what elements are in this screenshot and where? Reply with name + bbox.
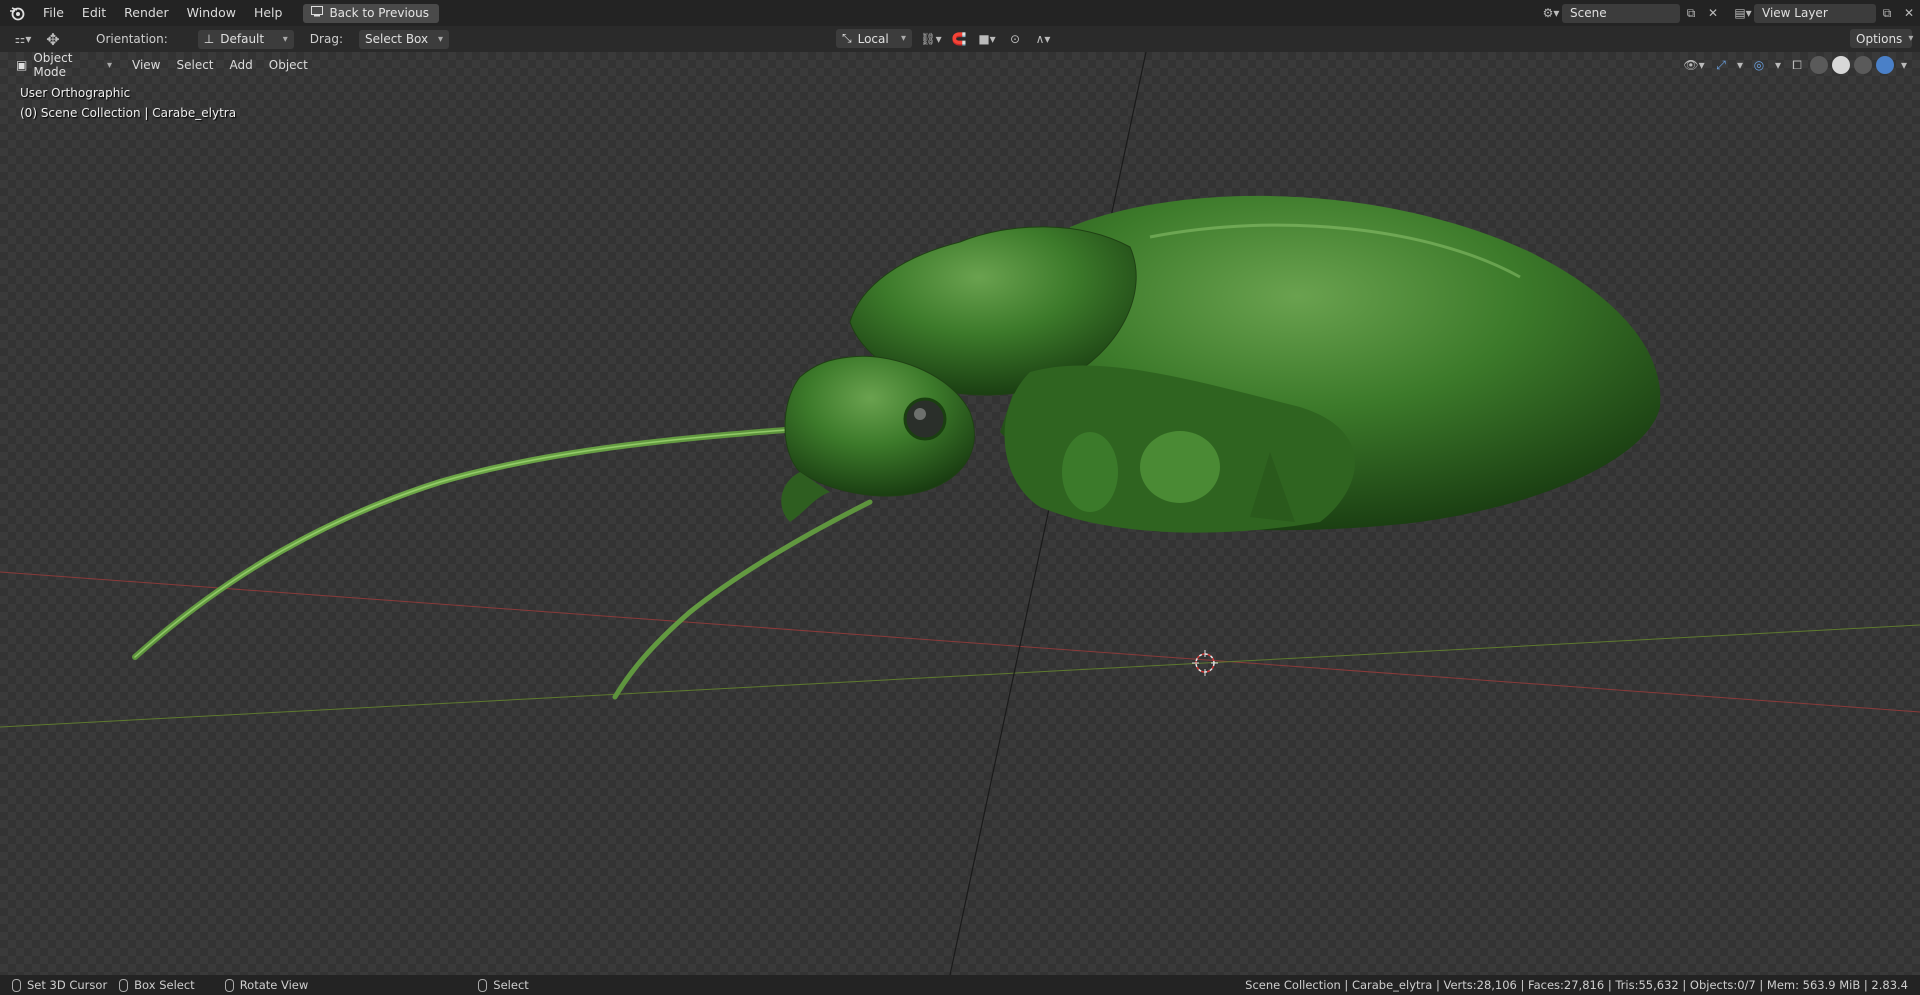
- top-menu-bar: File Edit Render Window Help Back to Pre…: [0, 0, 1920, 26]
- beetle-model[interactable]: [132, 195, 1661, 700]
- chevron-down-icon[interactable]: ▾: [1734, 56, 1746, 75]
- beetle-eye: [903, 397, 947, 441]
- beetle-eye-highlight: [914, 408, 926, 420]
- chevron-down-icon: ▾: [437, 33, 443, 45]
- material-shading-icon[interactable]: [1854, 56, 1872, 74]
- menu-window[interactable]: Window: [178, 0, 245, 26]
- overlays-icon[interactable]: ◎: [1750, 56, 1768, 75]
- delete-scene-icon[interactable]: ✕: [1702, 4, 1724, 23]
- orientation-label: Orientation:: [96, 32, 168, 46]
- status-rotate-view: Rotate View: [224, 978, 309, 992]
- tool-settings-header: ⚏▾ ✥ Orientation: ⊥ Default ▾ Drag: Sele…: [0, 26, 1920, 52]
- menu-edit[interactable]: Edit: [73, 0, 115, 26]
- status-select-label: Select: [493, 978, 529, 992]
- xray-icon[interactable]: ⧠: [1788, 56, 1806, 75]
- object-mode-dropdown[interactable]: ▣ Object Mode ▾: [10, 52, 118, 79]
- new-view-layer-icon[interactable]: ⧉: [1876, 4, 1898, 23]
- pivot-value: Local: [857, 31, 889, 46]
- object-mode-label: Object Mode: [33, 52, 73, 79]
- proportional-edit-icon[interactable]: ⊙: [1006, 29, 1024, 48]
- chevron-down-icon: ▾: [900, 33, 906, 44]
- back-to-previous-label: Back to Previous: [329, 6, 429, 20]
- object-mode-icon: ▣: [16, 58, 28, 72]
- scene-layer-controls: ⚙▾ Scene ⧉ ✕ ▤▾ View Layer ⧉ ✕: [1540, 0, 1920, 26]
- options-dropdown[interactable]: Options ▾: [1850, 29, 1914, 48]
- scene-selector-icon[interactable]: ⚙▾: [1540, 4, 1562, 23]
- axis-icon: ⊥: [203, 32, 215, 46]
- view-layer-name: View Layer: [1762, 6, 1828, 20]
- mouse-right-icon: [478, 978, 488, 992]
- pivot-icon: ⤡: [842, 31, 852, 45]
- falloff-icon[interactable]: ∧▾: [1028, 29, 1058, 48]
- viewport-menu-select[interactable]: Select: [168, 58, 221, 72]
- scene-name: Scene: [1570, 6, 1607, 20]
- status-bar: Set 3D Cursor Box Select Rotate View Sel…: [0, 975, 1920, 995]
- drag-dropdown[interactable]: Select Box ▾: [358, 29, 449, 49]
- orientation-dropdown[interactable]: ⊥ Default ▾: [197, 29, 294, 49]
- view-layer-field[interactable]: View Layer: [1754, 3, 1876, 23]
- delete-view-layer-icon[interactable]: ✕: [1898, 4, 1920, 23]
- status-set-3d-cursor: Set 3D Cursor: [12, 978, 107, 992]
- solid-shading-icon[interactable]: [1832, 56, 1850, 74]
- chevron-down-icon[interactable]: ▾: [1772, 56, 1784, 75]
- menu-help[interactable]: Help: [245, 0, 292, 26]
- transform-controls: ⤡ Local ▾ ⛓▾ 🧲 ■▾ ⊙ ∧▾: [836, 29, 1058, 48]
- screen-icon: [311, 6, 324, 20]
- chevron-down-icon[interactable]: ▾: [1898, 56, 1910, 75]
- collection-info-label: (0) Scene Collection | Carabe_elytra: [20, 106, 237, 120]
- scene-statistics: Scene Collection | Carabe_elytra | Verts…: [1245, 978, 1908, 992]
- chevron-down-icon: ▾: [1908, 33, 1914, 44]
- beetle-antenna-left: [132, 427, 788, 660]
- new-scene-icon[interactable]: ⧉: [1680, 4, 1702, 23]
- editor-type-icon[interactable]: ⚏▾: [8, 30, 38, 49]
- mouse-left-icon: [12, 978, 21, 992]
- viewport-menu-add[interactable]: Add: [222, 58, 261, 72]
- viewport-scene: [0, 52, 1920, 975]
- scene-name-field[interactable]: Scene: [1562, 3, 1680, 23]
- status-rotate-view-label: Rotate View: [239, 978, 309, 992]
- back-to-previous-button[interactable]: Back to Previous: [303, 3, 439, 23]
- status-set-3d-cursor-label: Set 3D Cursor: [27, 978, 108, 992]
- y-axis-line: [0, 624, 1920, 728]
- viewport-menu-view[interactable]: View: [124, 58, 168, 72]
- wireframe-shading-icon[interactable]: [1810, 56, 1828, 74]
- beetle-leg-front: [1062, 432, 1118, 512]
- beetle-leg-middle: [1140, 431, 1220, 503]
- snap-target-icon[interactable]: ■▾: [972, 29, 1002, 48]
- drag-label: Drag:: [309, 32, 343, 46]
- status-box-select: Box Select: [119, 978, 195, 992]
- status-box-select-label: Box Select: [134, 978, 195, 992]
- gizmo-icon[interactable]: ⤢: [1712, 56, 1730, 75]
- snap-icon[interactable]: 🧲: [950, 29, 968, 48]
- pivot-dropdown[interactable]: ⤡ Local ▾: [836, 29, 912, 48]
- move-tool-icon[interactable]: ✥: [38, 30, 68, 49]
- view-layer-selector-icon[interactable]: ▤▾: [1732, 4, 1754, 23]
- beetle-antenna-right: [612, 499, 873, 700]
- status-select: Select: [478, 978, 529, 992]
- orientation-value: Default: [220, 32, 265, 46]
- transform-pivot-icon[interactable]: ⛓▾: [916, 29, 946, 48]
- drag-value: Select Box: [364, 32, 429, 46]
- options-label: Options: [1856, 31, 1903, 46]
- menu-file[interactable]: File: [34, 0, 73, 26]
- rendered-shading-icon[interactable]: [1876, 56, 1894, 74]
- blender-logo-icon[interactable]: [0, 0, 34, 26]
- 3d-viewport[interactable]: ▣ Object Mode ▾ View Select Add Object 👁…: [0, 52, 1920, 975]
- visibility-icon[interactable]: 👁▾: [1680, 56, 1708, 75]
- chevron-down-icon: ▾: [282, 33, 288, 45]
- mouse-middle-icon: [224, 978, 234, 992]
- mouse-drag-icon: [119, 978, 129, 992]
- menu-render[interactable]: Render: [115, 0, 178, 26]
- viewport-menu-object[interactable]: Object: [261, 58, 316, 72]
- chevron-down-icon: ▾: [106, 59, 112, 71]
- x-axis-line: [0, 571, 1920, 713]
- viewport-shading-controls: 👁▾ ⤢ ▾ ◎ ▾ ⧠ ▾: [1680, 55, 1910, 75]
- view-name-label: User Orthographic: [20, 86, 131, 100]
- viewport-header: ▣ Object Mode ▾ View Select Add Object: [0, 52, 1920, 79]
- antenna-highlight: [134, 429, 786, 658]
